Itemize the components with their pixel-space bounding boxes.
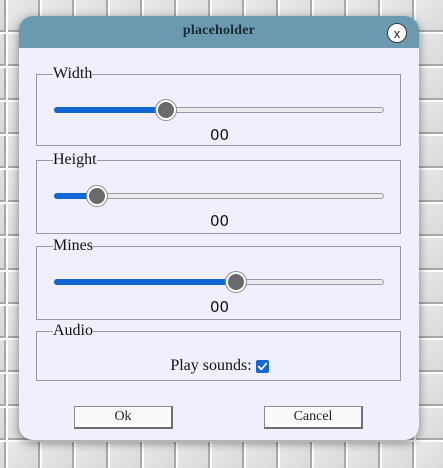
close-button[interactable]: x (387, 23, 407, 43)
height-slider-thumb[interactable] (87, 186, 107, 206)
ok-button[interactable]: Ok (74, 406, 173, 429)
play-sounds-checkbox[interactable] (255, 359, 269, 373)
mines-value: 00 (209, 298, 230, 316)
width-value: 00 (209, 126, 230, 144)
width-legend: Width (53, 65, 93, 82)
close-icon: x (393, 25, 401, 41)
audio-legend: Audio (53, 322, 93, 339)
height-value: 00 (209, 212, 230, 230)
height-group: Height 00 (36, 152, 401, 234)
settings-dialog: placeholder x Width 00 Height 00 Mines 0… (19, 16, 419, 440)
cancel-button[interactable]: Cancel (264, 406, 363, 429)
dialog-title: placeholder (182, 23, 256, 38)
play-sounds-row: Play sounds: (37, 356, 402, 376)
dialog-titlebar[interactable]: placeholder x (19, 16, 419, 48)
mines-legend: Mines (53, 237, 93, 254)
width-slider-thumb[interactable] (156, 100, 176, 120)
width-group: Width 00 (36, 66, 401, 146)
audio-group: Audio Play sounds: (36, 323, 401, 381)
mines-group: Mines 00 (36, 238, 401, 320)
play-sounds-label: Play sounds: (170, 357, 252, 374)
height-legend: Height (53, 151, 97, 168)
checkmark-icon (257, 362, 267, 370)
mines-slider-thumb[interactable] (226, 272, 246, 292)
mines-slider-fill (54, 279, 236, 285)
width-slider-fill (54, 107, 166, 113)
